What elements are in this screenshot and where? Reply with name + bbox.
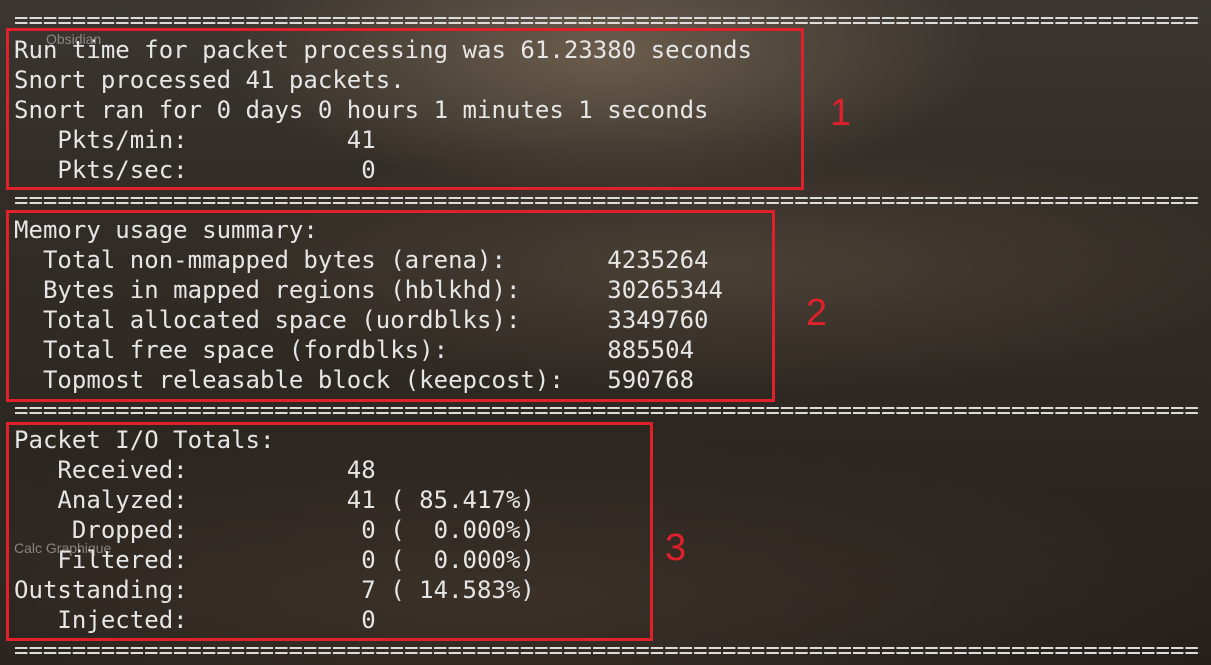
annotation-box-1 [6,28,804,190]
annotation-number-1: 1 [830,92,852,134]
annotation-box-2 [6,210,775,402]
annotation-box-3 [6,422,653,641]
annotation-number-2: 2 [806,292,828,334]
annotation-number-3: 3 [665,527,687,569]
